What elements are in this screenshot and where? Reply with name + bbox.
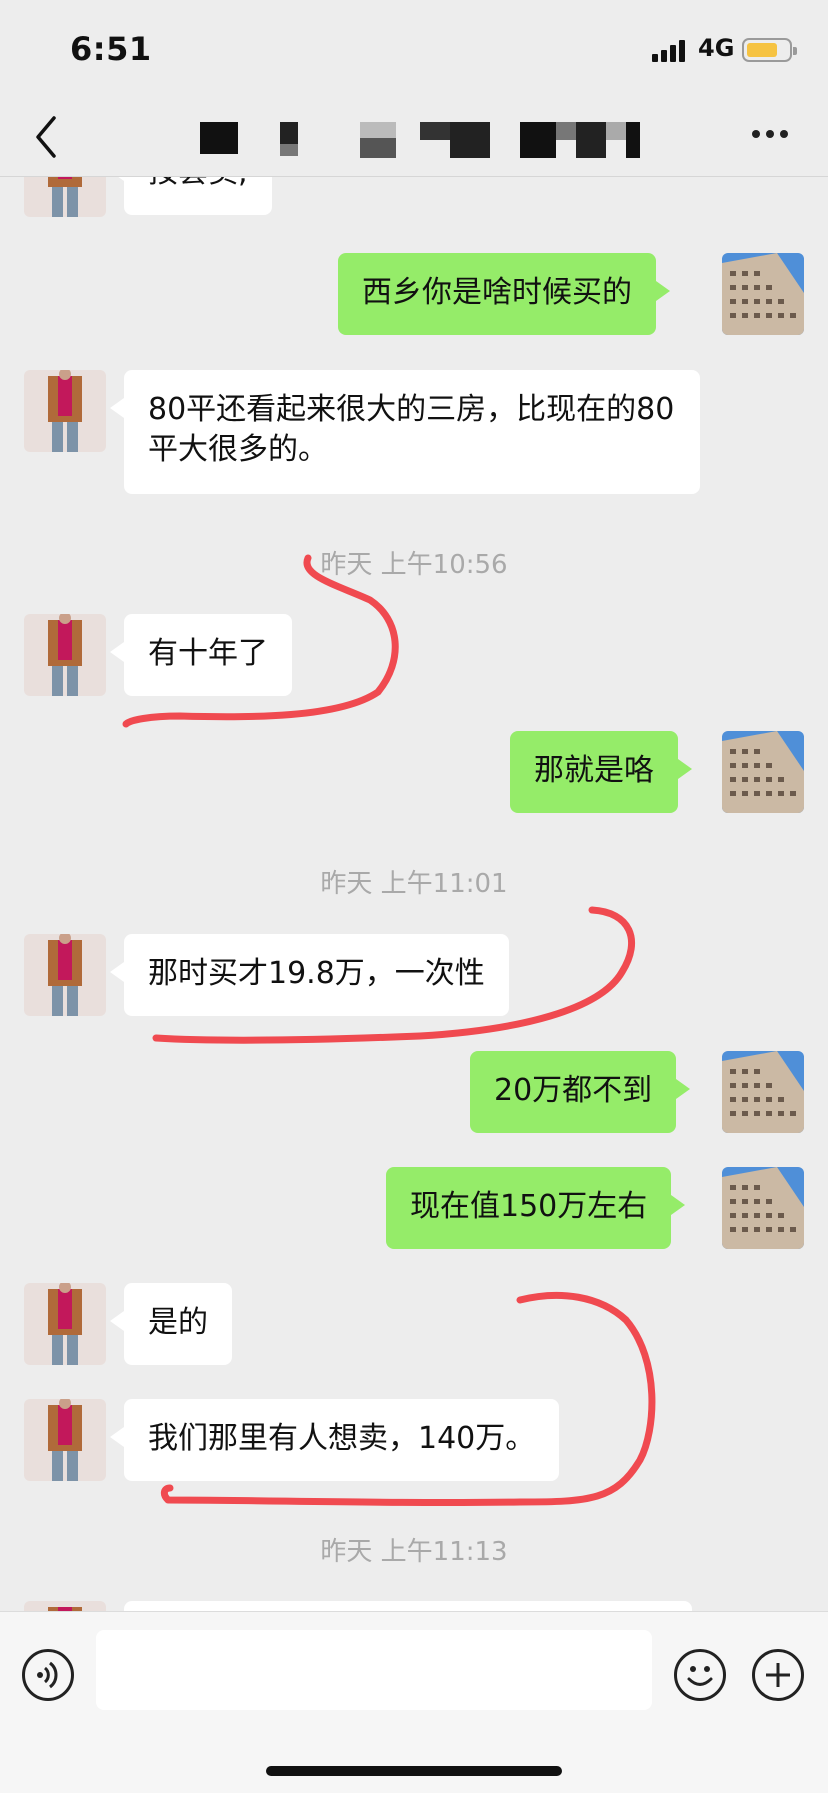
- emoji-icon[interactable]: [674, 1649, 726, 1701]
- timestamp: 昨天 上午11:01: [320, 869, 508, 899]
- chevron-left-icon[interactable]: [28, 112, 68, 162]
- contact-avatar[interactable]: [24, 1283, 106, 1365]
- message-bubble-in[interactable]: 那时买才19.8万，一次性: [110, 934, 509, 1016]
- title-mosaic: [200, 118, 640, 160]
- contact-avatar[interactable]: [24, 370, 106, 452]
- plus-icon[interactable]: [752, 1649, 804, 1701]
- input-bar: [0, 1611, 828, 1793]
- contact-avatar[interactable]: [24, 934, 106, 1016]
- more-dots-icon[interactable]: [752, 130, 792, 142]
- contact-avatar[interactable]: [24, 1601, 106, 1611]
- message-bubble-out[interactable]: 20万都不到: [470, 1051, 691, 1133]
- message-bubble-in[interactable]: 80平还看起来很大的三房，比现在的80平大很多的。: [110, 370, 700, 494]
- status-bar: 6:51 4G: [0, 0, 828, 100]
- contact-avatar[interactable]: [24, 614, 106, 696]
- voice-icon[interactable]: [22, 1649, 74, 1701]
- my-avatar[interactable]: [722, 1167, 804, 1249]
- message-bubble-in[interactable]: 我们那里有人想卖，140万。: [109, 1399, 560, 1481]
- message-bubble-in[interactable]: 有十年了: [110, 614, 292, 696]
- contact-avatar[interactable]: [24, 1399, 106, 1481]
- status-time: 6:51: [70, 30, 152, 68]
- message-bubble-in-partial[interactable]: [124, 1601, 692, 1611]
- battery-fill: [747, 43, 777, 57]
- message-bubble-out[interactable]: 那就是咯: [510, 731, 692, 813]
- my-avatar[interactable]: [722, 253, 804, 335]
- home-indicator: [266, 1766, 562, 1776]
- timestamp: 昨天 上午11:13: [320, 1537, 508, 1567]
- message-bubble-in[interactable]: 按套卖,: [110, 177, 272, 215]
- my-avatar[interactable]: [722, 731, 804, 813]
- my-avatar[interactable]: [722, 1051, 804, 1133]
- signal-icon: [652, 38, 690, 62]
- contact-avatar[interactable]: [24, 177, 106, 217]
- message-bubble-out[interactable]: 西乡你是啥时候买的: [338, 253, 670, 335]
- timestamp: 昨天 上午10:56: [320, 550, 508, 580]
- message-input[interactable]: [96, 1630, 652, 1710]
- nav-bar: [0, 100, 828, 177]
- message-bubble-out[interactable]: 现在值150万左右: [386, 1167, 686, 1249]
- chat-area[interactable]: 按套卖, 西乡你是啥时候买的 80平还看起来很大的三房，比现在的80平大很多的。…: [0, 177, 828, 1611]
- message-bubble-in[interactable]: 是的: [110, 1283, 232, 1365]
- battery-icon: [742, 38, 797, 62]
- network-type: 4G: [698, 34, 735, 62]
